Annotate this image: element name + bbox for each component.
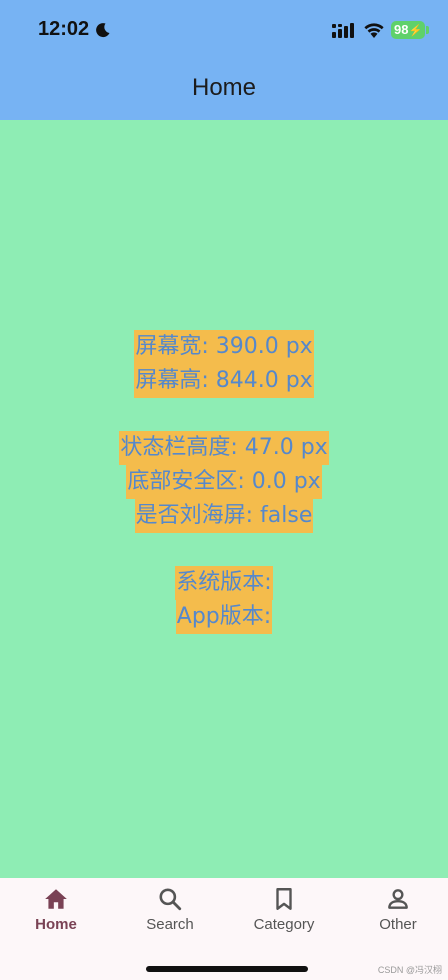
person-icon bbox=[388, 889, 408, 909]
app-bar: 12:02 98⚡ Home bbox=[0, 0, 448, 120]
moon-icon bbox=[96, 23, 110, 38]
wifi-icon bbox=[364, 23, 384, 38]
screen: 12:02 98⚡ Home 屏幕宽: 390.0 px 屏幕高: 844.0 … bbox=[0, 0, 448, 980]
device-info: 屏幕宽: 390.0 px 屏幕高: 844.0 px 状态栏高度: 47.0 … bbox=[0, 330, 448, 634]
nav-label: Category bbox=[253, 916, 315, 933]
app-version-text: App版本: bbox=[175, 600, 273, 634]
home-indicator[interactable] bbox=[146, 966, 308, 972]
bottom-safe-area-text: 底部安全区: 0.0 px bbox=[126, 465, 322, 499]
nav-label: Other bbox=[379, 916, 417, 933]
battery-level: 98 bbox=[394, 22, 409, 37]
bookmark-icon bbox=[276, 888, 292, 910]
status-bar-height-text: 状态栏高度: 47.0 px bbox=[119, 431, 329, 465]
page-title: Home bbox=[191, 74, 257, 101]
screen-height-text: 屏幕高: 844.0 px bbox=[134, 364, 314, 398]
search-icon bbox=[159, 888, 182, 911]
battery-icon: 98⚡ bbox=[391, 21, 425, 39]
nav-label: Home bbox=[35, 916, 77, 933]
notch-text: 是否刘海屏: false bbox=[134, 499, 314, 533]
screen-width-text: 屏幕宽: 390.0 px bbox=[134, 330, 314, 364]
watermark: CSDN @冯汉栩 bbox=[377, 965, 442, 975]
system-version-text: 系统版本: bbox=[175, 566, 273, 600]
signal-icon bbox=[332, 23, 354, 38]
status-time: 12:02 bbox=[38, 18, 90, 40]
home-icon bbox=[45, 889, 67, 909]
nav-item-other[interactable]: Other bbox=[342, 886, 448, 942]
nav-item-category[interactable]: Category bbox=[228, 886, 340, 942]
nav-label: Search bbox=[146, 916, 194, 933]
nav-item-search[interactable]: Search bbox=[114, 886, 226, 942]
battery-cap bbox=[426, 26, 429, 34]
nav-item-home[interactable]: Home bbox=[0, 886, 112, 942]
